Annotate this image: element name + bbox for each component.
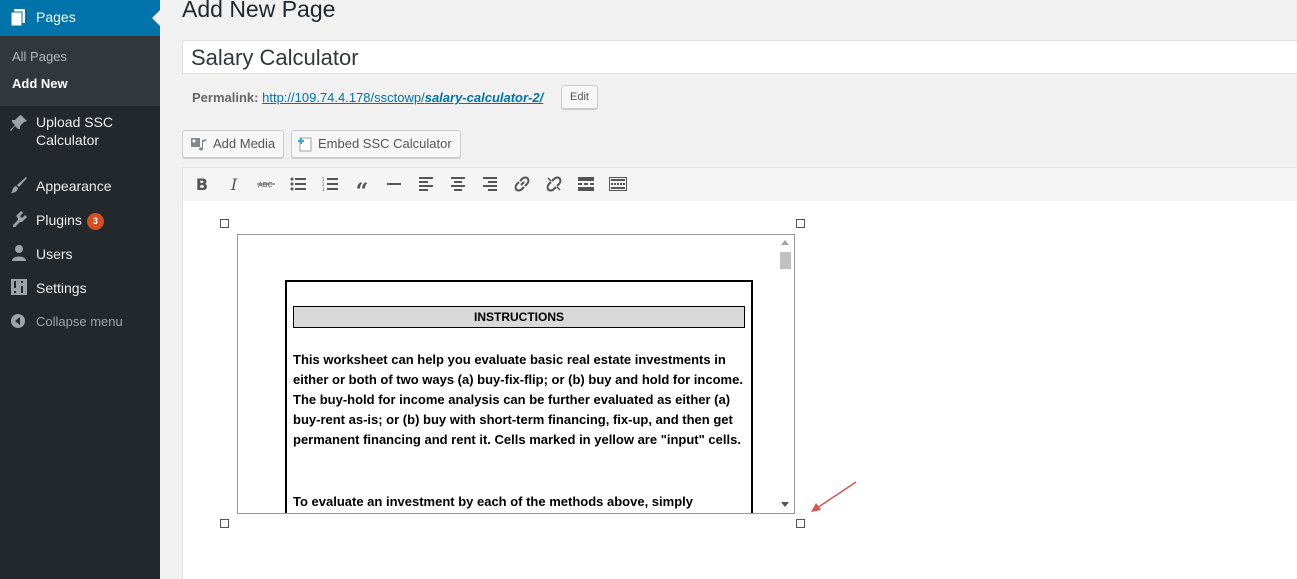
pages-icon: [10, 9, 25, 27]
plugins-label-text: Plugins: [36, 212, 82, 228]
toolbar-toggle-icon[interactable]: [607, 174, 629, 194]
align-right-icon[interactable]: [479, 174, 501, 194]
italic-icon[interactable]: I: [223, 174, 245, 194]
spreadsheet-content: INSTRUCTIONS This worksheet can help you…: [285, 280, 753, 513]
svg-text:3: 3: [322, 187, 325, 191]
permalink-slug: salary-calculator-2/: [424, 90, 544, 105]
menu-item-plugins[interactable]: Plugins 3: [0, 210, 160, 230]
menu-item-settings[interactable]: Settings: [0, 278, 160, 298]
strikethrough-icon[interactable]: ABC: [255, 174, 277, 194]
permalink-row: Permalink: http://109.74.4.178/ssctowp/s…: [192, 90, 543, 105]
collapse-icon: [11, 314, 25, 328]
menu-item-users[interactable]: Users: [0, 244, 160, 264]
bold-icon[interactable]: B: [191, 174, 213, 194]
menu-item-appearance[interactable]: Appearance: [0, 176, 160, 196]
numbered-list-icon[interactable]: 123: [319, 174, 341, 194]
add-media-button[interactable]: Add Media: [182, 130, 285, 158]
read-more-icon[interactable]: [575, 174, 597, 194]
instructions-paragraph-1: This worksheet can help you evaluate bas…: [293, 352, 743, 447]
permalink-base: http://109.74.4.178/ssctowp/: [262, 90, 425, 105]
page-title: Add New Page: [182, 0, 336, 22]
menu-label-plugins: Plugins 3: [36, 211, 104, 230]
scroll-down-arrow-icon[interactable]: [781, 502, 789, 507]
menu-label-calculator: Calculator: [36, 132, 100, 148]
editor-content-area[interactable]: INSTRUCTIONS This worksheet can help you…: [182, 201, 1297, 579]
plugin-icon: [13, 211, 27, 227]
resize-handle-bottom-right[interactable]: [796, 519, 805, 528]
admin-sidebar: Pages All Pages Add New Upload SSC Calcu…: [0, 0, 160, 579]
plugin-update-badge: 3: [86, 213, 104, 230]
bulleted-list-icon[interactable]: [287, 174, 309, 194]
embed-icon: [298, 137, 312, 152]
pages-submenu: All Pages Add New: [0, 36, 160, 106]
blockquote-icon[interactable]: “: [351, 174, 373, 203]
pin-icon: [10, 115, 27, 131]
menu-item-pages[interactable]: Pages: [0, 0, 160, 36]
menu-label-upload-ssc: Upload SSC: [36, 114, 114, 130]
instructions-paragraph-2: To evaluate an investment by each of the…: [293, 494, 693, 509]
user-icon: [12, 245, 26, 261]
resize-handle-top-right[interactable]: [796, 219, 805, 228]
align-left-icon[interactable]: [415, 174, 437, 194]
menu-label-users: Users: [36, 246, 73, 262]
permalink-label: Permalink:: [192, 90, 259, 105]
annotation-arrow-icon: [811, 481, 857, 512]
post-title-input[interactable]: Salary Calculator: [182, 40, 1297, 74]
edit-permalink-button[interactable]: Edit: [561, 85, 598, 109]
resize-handle-top-left[interactable]: [220, 219, 229, 228]
submenu-all-pages[interactable]: All Pages: [12, 49, 67, 64]
submenu-add-new[interactable]: Add New: [12, 76, 68, 91]
frame-scrollbar[interactable]: [777, 235, 794, 513]
menu-label-appearance: Appearance: [36, 178, 112, 194]
current-menu-arrow: [152, 10, 160, 26]
insert-link-icon[interactable]: [511, 174, 533, 194]
horizontal-line-icon[interactable]: [383, 174, 405, 194]
collapse-menu-label: Collapse menu: [36, 314, 123, 329]
embed-ssc-label: Embed SSC Calculator: [318, 136, 452, 151]
collapse-menu-button[interactable]: Collapse menu: [0, 313, 160, 333]
menu-label-pages: Pages: [36, 9, 76, 25]
embedded-calculator-frame[interactable]: INSTRUCTIONS This worksheet can help you…: [237, 234, 795, 514]
embed-ssc-button[interactable]: Embed SSC Calculator: [291, 130, 461, 158]
permalink-link[interactable]: http://109.74.4.178/ssctowp/salary-calcu…: [262, 90, 543, 105]
scrollbar-thumb[interactable]: [780, 252, 791, 269]
instructions-heading: INSTRUCTIONS: [293, 306, 745, 328]
main-content: Add New Page Salary Calculator Permalink…: [160, 0, 1297, 579]
menu-item-upload-ssc[interactable]: Upload SSC Calculator: [0, 113, 160, 153]
scroll-up-arrow-icon[interactable]: [781, 240, 789, 245]
resize-handle-bottom-left[interactable]: [220, 519, 229, 528]
settings-icon: [11, 279, 27, 295]
svg-text:ABC: ABC: [258, 181, 272, 189]
align-center-icon[interactable]: [447, 174, 469, 194]
add-media-label: Add Media: [213, 136, 276, 151]
paintbrush-icon: [11, 177, 27, 193]
menu-label-settings: Settings: [36, 280, 87, 296]
media-icon: [191, 138, 206, 151]
unlink-icon[interactable]: [543, 174, 565, 194]
editor-toolbar: B I ABC 123 “: [182, 167, 1297, 203]
